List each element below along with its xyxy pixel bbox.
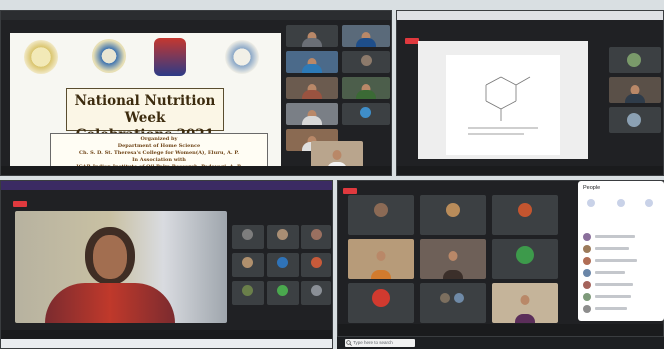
document-page (446, 55, 560, 155)
participant-tile[interactable] (348, 239, 414, 279)
participant-tile[interactable] (232, 225, 264, 249)
participant-tile[interactable] (342, 103, 390, 125)
participant-tile[interactable] (420, 195, 486, 235)
participant-tile[interactable] (301, 225, 331, 249)
meeting-controls-bar (1, 330, 332, 339)
speaker-saree (45, 283, 175, 323)
participant-row[interactable] (583, 233, 661, 242)
poster-college: Ch. S. D. St. Theresa's College for Wome… (79, 150, 239, 156)
record-badge-icon (405, 38, 419, 44)
logo-iiopr (24, 40, 58, 74)
record-badge-icon (343, 188, 357, 194)
participant-tile[interactable] (609, 107, 661, 133)
participant-row[interactable] (583, 281, 661, 290)
participant-tile[interactable] (420, 283, 486, 323)
participant-tile[interactable] (286, 25, 338, 47)
molecule-diagram-icon (468, 76, 538, 135)
taskbar-search[interactable]: Type here to search (345, 339, 415, 347)
participant-tile[interactable] (267, 225, 299, 249)
poster-organized-by: Organized by (140, 136, 178, 142)
meeting-window-poster: National Nutrition Week Celebrations 202… (0, 10, 392, 176)
meeting-controls-bar (397, 166, 663, 175)
poster-title-box: National Nutrition Week Celebrations 202… (66, 88, 224, 143)
participant-tile[interactable] (232, 253, 264, 277)
windows-taskbar: Type here to search (337, 337, 664, 349)
windows-taskbar (1, 339, 332, 348)
logo-university (225, 40, 259, 74)
meeting-window-speaker (0, 180, 333, 349)
participant-tile[interactable] (301, 253, 331, 277)
browser-titlebar (1, 11, 391, 20)
search-icon (346, 340, 352, 346)
participant-row[interactable] (583, 293, 661, 302)
poster-department: Department of Home Science (117, 143, 201, 149)
record-badge-icon (13, 201, 27, 207)
meeting-controls-bar (1, 166, 391, 175)
people-panel-actions (583, 197, 659, 209)
screenshot-collage: National Nutrition Week Celebrations 202… (0, 0, 664, 349)
participant-row[interactable] (583, 245, 661, 254)
speaker-face (93, 235, 127, 279)
browser-titlebar (397, 11, 663, 20)
logo-college (92, 39, 126, 73)
google-g-avatar-icon (516, 246, 534, 264)
participant-tile[interactable] (301, 281, 331, 305)
meeting-controls-bar (338, 324, 663, 336)
participant-tile[interactable] (609, 77, 661, 103)
search-placeholder: Type here to search (353, 340, 393, 345)
participant-tile[interactable] (342, 77, 390, 99)
participant-tile[interactable] (609, 47, 661, 73)
meeting-window-presentation (396, 10, 664, 176)
participant-row[interactable] (583, 257, 661, 266)
participant-tile[interactable] (348, 283, 414, 323)
participant-tile[interactable] (420, 239, 486, 279)
participant-row[interactable] (583, 269, 661, 278)
event-poster: National Nutrition Week Celebrations 202… (10, 33, 281, 175)
participant-tile[interactable] (492, 283, 558, 323)
participant-tile[interactable] (348, 195, 414, 235)
participant-tile[interactable] (286, 77, 338, 99)
people-panel: People (578, 181, 664, 321)
participant-tile[interactable] (286, 103, 338, 125)
participant-tile[interactable] (492, 239, 558, 279)
participant-tile[interactable] (342, 25, 390, 47)
poster-association: In Association with (132, 157, 186, 163)
participant-tile[interactable] (286, 51, 338, 73)
shared-document (418, 41, 588, 159)
people-panel-title: People (583, 185, 601, 191)
participant-row[interactable] (583, 305, 661, 314)
participant-tile[interactable] (342, 51, 390, 73)
poster-title-line1: National Nutrition Week (74, 93, 216, 126)
participant-tile[interactable] (267, 281, 299, 305)
speaker-video[interactable] (15, 211, 227, 323)
participant-tile[interactable] (267, 253, 299, 277)
logo-icar (154, 38, 186, 76)
browser-titlebar (1, 181, 332, 190)
participant-tile[interactable] (492, 195, 558, 235)
participant-tile[interactable] (232, 281, 264, 305)
